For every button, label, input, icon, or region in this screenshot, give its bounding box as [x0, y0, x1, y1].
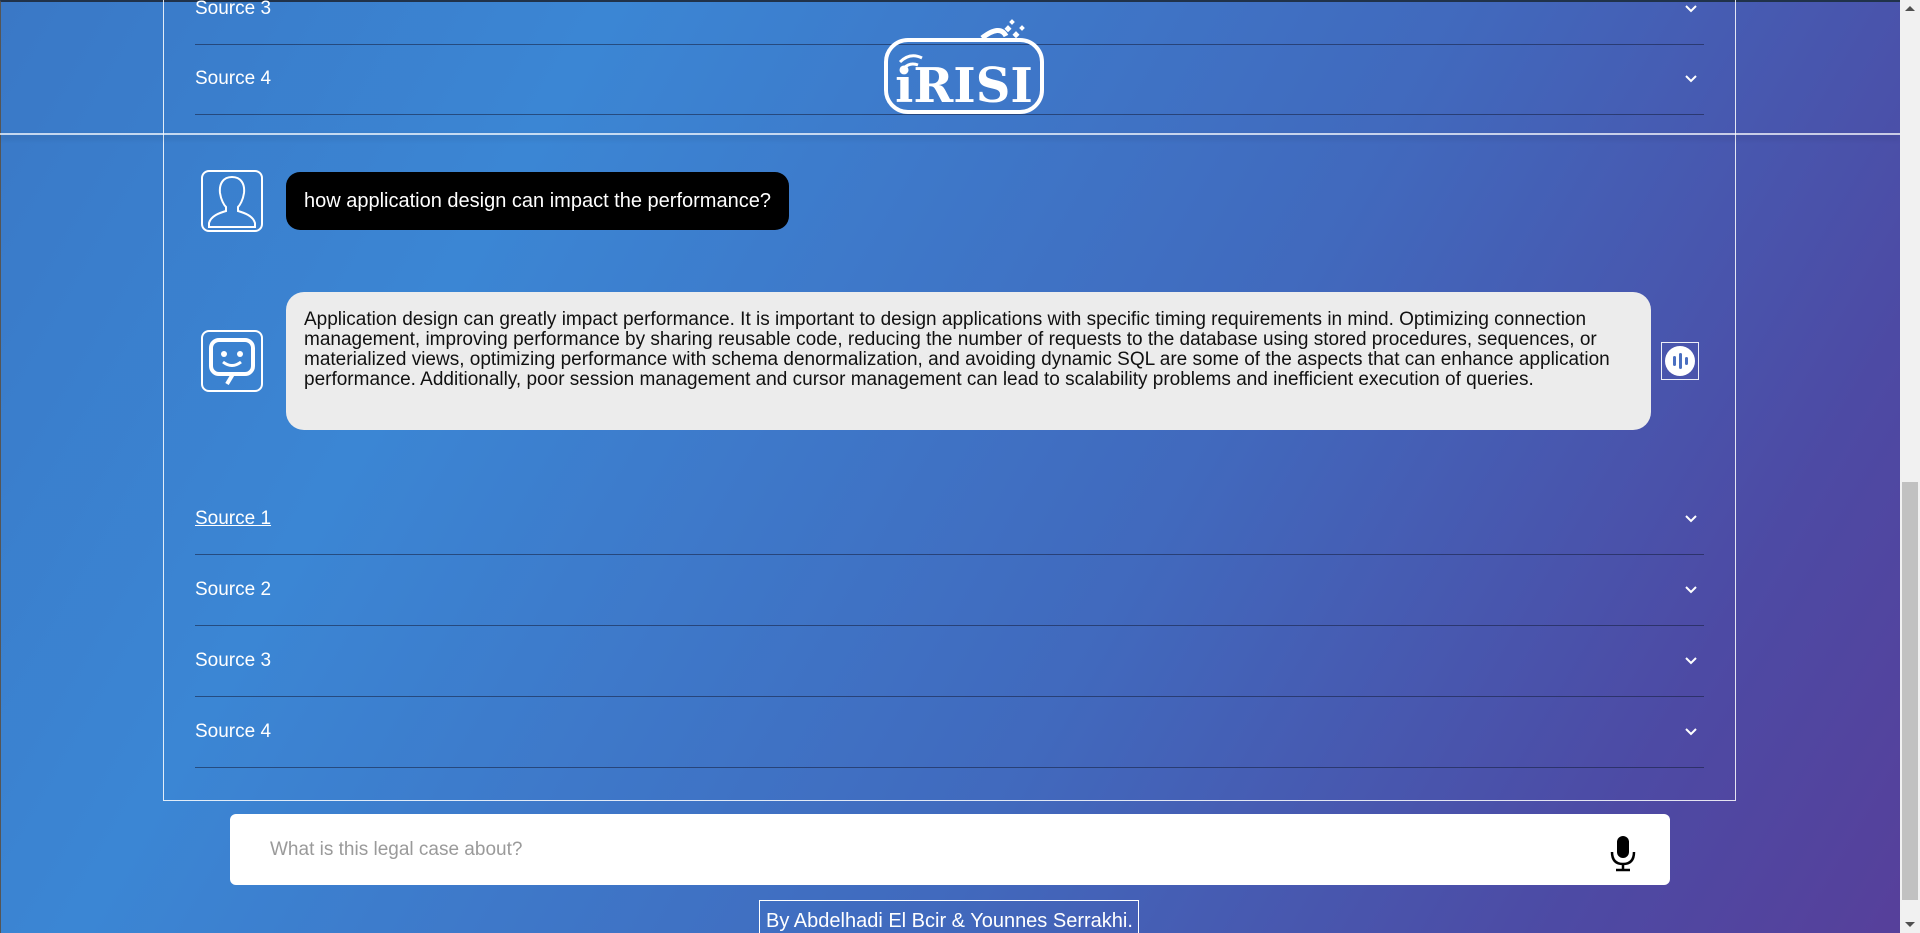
chevron-down-icon: [1684, 725, 1698, 739]
text-to-speech-button[interactable]: [1661, 342, 1699, 380]
scroll-thumb[interactable]: [1902, 482, 1918, 900]
chevron-down-icon: [1684, 2, 1698, 16]
accordion-label: Source 2: [195, 579, 272, 600]
accordion-source-4[interactable]: Source 4: [195, 697, 1704, 768]
scroll-down-icon[interactable]: [1905, 922, 1915, 927]
logo-text: iRISI: [895, 58, 1033, 114]
user-message-bubble: how application design can impact the pe…: [286, 172, 789, 230]
question-input-bar: [230, 814, 1670, 885]
question-input[interactable]: [230, 814, 1590, 885]
page-scrollbar[interactable]: [1900, 0, 1920, 933]
scroll-up-icon[interactable]: [1905, 6, 1915, 11]
accordion-source-1[interactable]: Source 1: [195, 484, 1704, 555]
microphone-icon: [1610, 836, 1636, 872]
user-message-text: how application design can impact the pe…: [304, 189, 771, 212]
accordion-label: Source 3: [195, 0, 272, 19]
accordion-source-3[interactable]: Source 3: [195, 626, 1704, 697]
accordion-source-2[interactable]: Source 2: [195, 555, 1704, 626]
chevron-down-icon: [1684, 72, 1698, 86]
irisi-logo[interactable]: iRISI: [882, 18, 1046, 118]
chevron-down-icon: [1684, 654, 1698, 668]
bot-avatar: [201, 330, 263, 392]
accordion-label: Source 1: [195, 508, 272, 529]
header-divider: [0, 133, 1900, 135]
user-silhouette-icon: [208, 175, 256, 228]
accordion-label: Source 4: [195, 721, 272, 742]
accordion-label: Source 3: [195, 650, 272, 671]
user-avatar: [201, 170, 263, 232]
footer-credit-text: By Abdelhadi El Bcir & Younnes Serrakhi.: [766, 910, 1133, 932]
chevron-down-icon: [1684, 512, 1698, 526]
bot-message-bubble: Application design can greatly impact pe…: [286, 292, 1651, 430]
bot-message-text: Application design can greatly impact pe…: [304, 309, 1610, 390]
accordion-label: Source 4: [195, 68, 272, 89]
audio-wave-icon: [1665, 346, 1695, 376]
microphone-button[interactable]: [1608, 834, 1638, 872]
footer-credit: By Abdelhadi El Bcir & Younnes Serrakhi.: [759, 900, 1139, 933]
chevron-down-icon: [1684, 583, 1698, 597]
chatbot-face-icon: [209, 338, 255, 386]
